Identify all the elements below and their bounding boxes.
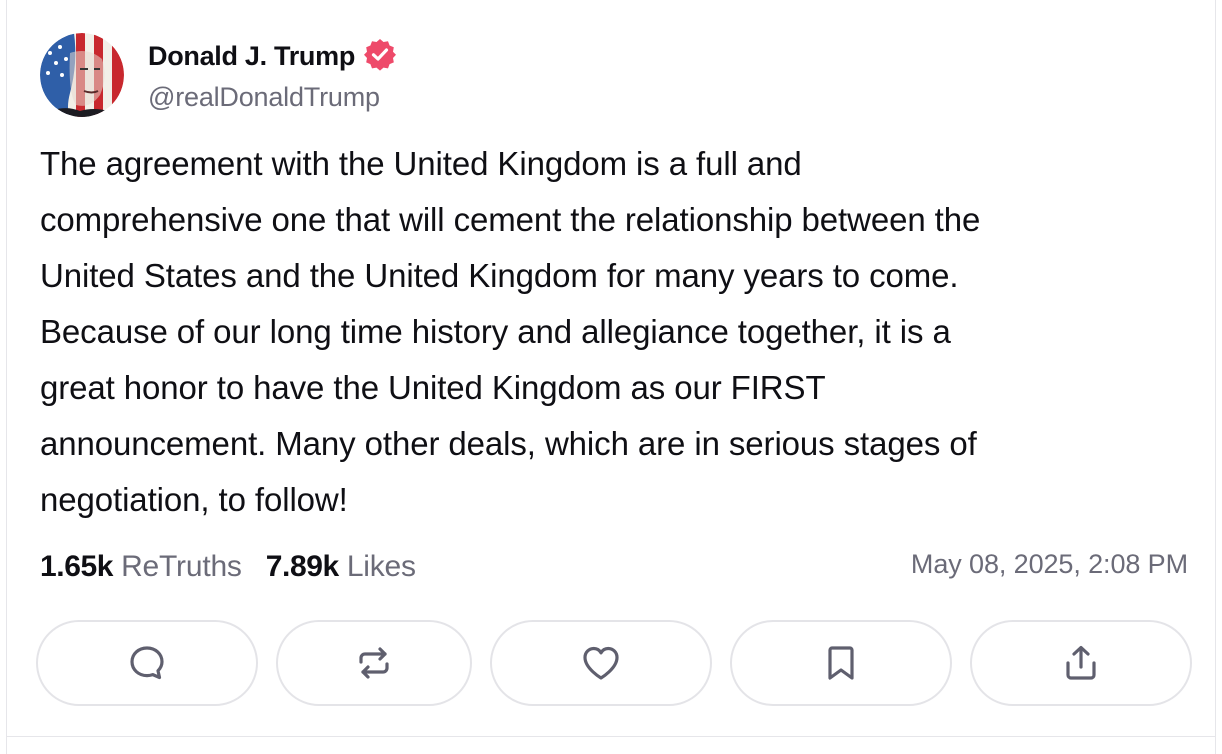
like-button[interactable] (490, 620, 712, 706)
author-avatar[interactable] (40, 33, 124, 117)
likes-label[interactable]: Likes (347, 550, 416, 584)
post-timestamp: May 08, 2025, 2:08 PM (910, 549, 1188, 579)
retruths-count[interactable]: 1.65k (40, 550, 113, 584)
share-button[interactable] (970, 620, 1192, 706)
share-icon (1061, 643, 1101, 683)
comment-icon (127, 643, 167, 683)
divider (6, 736, 1216, 737)
repost-icon (354, 643, 394, 683)
author-display-name[interactable]: Donald J. Trump (148, 41, 355, 72)
reply-button[interactable] (36, 620, 258, 706)
heart-icon (580, 643, 622, 683)
post-body-text: The agreement with the United Kingdom is… (40, 145, 981, 518)
action-bar (36, 620, 1192, 706)
retruth-button[interactable] (276, 620, 472, 706)
verified-badge-icon (363, 37, 397, 76)
post-stats: 1.65k ReTruths 7.89k Likes (40, 546, 416, 588)
author-handle[interactable]: @realDonaldTrump (148, 82, 380, 113)
bookmark-button[interactable] (730, 620, 952, 706)
bookmark-icon (823, 643, 859, 683)
likes-count[interactable]: 7.89k (266, 550, 339, 584)
author-name-row: Donald J. Trump (148, 38, 397, 74)
retruths-label[interactable]: ReTruths (121, 550, 242, 584)
